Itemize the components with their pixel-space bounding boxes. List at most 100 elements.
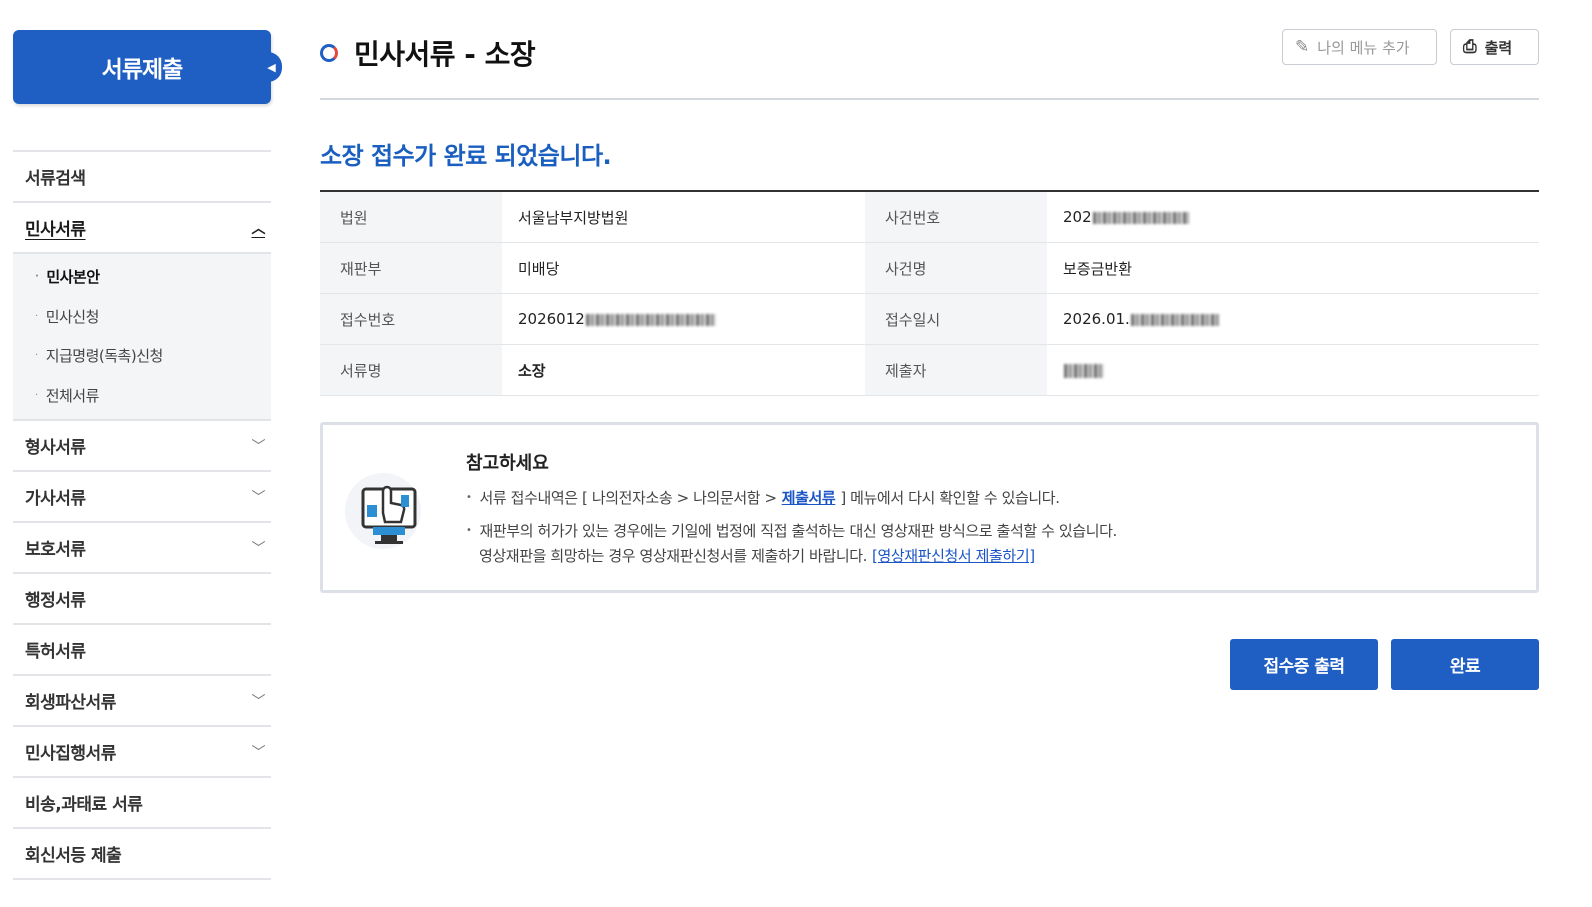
sidebar-subitem-label: 민사본안 (46, 268, 100, 287)
sidebar-item-label: 서류검색 (25, 169, 86, 189)
case-number-label: 사건번호 (865, 191, 1047, 243)
court-value: 서울남부지방법원 (502, 191, 865, 243)
sidebar-nav: 서류검색 민사서류 ︿ · 민사본안 · 민사신청 · 지급명령(독촉)신청 ·… (13, 150, 271, 880)
notice-text: 재판부의 허가가 있는 경우에는 기일에 법정에 직접 출석하는 대신 영상재판… (479, 522, 1118, 540)
sidebar-item-label: 민사집행서류 (25, 744, 116, 764)
receipt-date-label: 접수일시 (865, 293, 1047, 345)
sidebar-item-label: 회생파산서류 (25, 693, 116, 713)
receipt-number-label: 접수번호 (320, 293, 502, 345)
case-number-value: 202 (1063, 208, 1092, 226)
sidebar-item-execution[interactable]: 민사집행서류 ﹀ (13, 727, 271, 778)
notice-list: • 서류 접수내역은 [ 나의전자소송 > 나의문서함 > 제출서류 ] 메뉴에… (466, 485, 1117, 568)
sidebar-subitem-payment-order[interactable]: · 지급명령(독촉)신청 (13, 336, 271, 376)
chevron-down-icon: ﹀ (251, 540, 266, 557)
print-label: 출력 (1484, 38, 1513, 57)
table-row: 서류명 소장 제출자 (320, 344, 1539, 396)
sidebar: 서류제출 ◀ 서류검색 민사서류 ︿ · 민사본안 · 민사신청 · 지급명령(… (13, 30, 282, 880)
sidebar-item-criminal[interactable]: 형사서류 ﹀ (13, 421, 271, 472)
sidebar-item-reply-submission[interactable]: 회신서등 제출 (13, 829, 271, 880)
sidebar-subitem-label: 전체서류 (45, 386, 100, 405)
print-button[interactable]: ⎙ 출력 (1450, 29, 1539, 65)
notice-title: 참고하세요 (466, 453, 549, 474)
redacted-mask (585, 313, 716, 326)
bullet-icon: · (35, 389, 38, 401)
page-title: 민사서류 - 소장 (320, 33, 536, 73)
sidebar-item-patent[interactable]: 특허서류 (13, 625, 271, 676)
case-number-cell: 202 (1047, 191, 1539, 243)
chevron-down-icon: ﹀ (251, 438, 266, 455)
sidebar-item-protection[interactable]: 보호서류 ﹀ (13, 523, 271, 574)
redacted-mask (1092, 211, 1189, 224)
sidebar-subitem-all-documents[interactable]: · 전체서류 (13, 376, 271, 416)
notice-text: 영상재판을 희망하는 경우 영상재판신청서를 제출하기 바랍니다. (479, 547, 868, 565)
chevron-down-icon: ﹀ (251, 744, 266, 761)
completion-message: 소장 접수가 완료 되었습니다. (320, 142, 612, 170)
sidebar-title-text: 서류제출 (101, 57, 184, 83)
sidebar-collapse-button[interactable]: ◀ (260, 52, 282, 82)
sidebar-item-administrative[interactable]: 행정서류 (13, 574, 271, 625)
sidebar-subitem-civil-application[interactable]: · 민사신청 (13, 297, 271, 337)
submitted-documents-link[interactable]: 제출서류 (782, 487, 836, 508)
receipt-info-table: 법원 서울남부지방법원 사건번호 202 재판부 미배당 사건명 보증금반환 접… (320, 190, 1539, 396)
sidebar-item-label: 행정서류 (25, 591, 86, 611)
printer-icon: ⎙ (1463, 37, 1477, 57)
redacted-mask (1064, 363, 1104, 378)
document-name-value: 소장 (502, 344, 865, 396)
notice-line: • 서류 접수내역은 [ 나의전자소송 > 나의문서함 > 제출서류 ] 메뉴에… (466, 485, 1117, 510)
sidebar-item-family[interactable]: 가사서류 ﹀ (13, 472, 271, 523)
sidebar-item-label: 가사서류 (25, 489, 86, 509)
sidebar-subitem-civil-main[interactable]: · 민사본안 (13, 257, 271, 297)
division-label: 재판부 (320, 242, 502, 294)
chevron-down-icon: ﹀ (251, 489, 266, 506)
notice-text: ] 메뉴에서 다시 확인할 수 있습니다. (840, 489, 1060, 507)
chevron-down-icon: ﹀ (251, 693, 266, 710)
submitter-cell (1047, 344, 1539, 396)
redacted-mask (1130, 313, 1219, 326)
main-content: 민사서류 - 소장 ✎ 나의 메뉴 추가 ⎙ 출력 소장 접수가 완료 되었습니… (320, 0, 1539, 690)
submitter-label: 제출자 (865, 344, 1047, 396)
receipt-date-value: 2026.01. (1063, 310, 1130, 328)
bullet-icon: · (35, 310, 38, 322)
notice-text: 서류 접수내역은 [ 나의전자소송 > 나의문서함 > (479, 489, 778, 507)
bullet-icon: · (35, 271, 39, 283)
sidebar-item-civil[interactable]: 민사서류 ︿ (13, 203, 271, 254)
video-trial-application-link[interactable]: [영상재판신청서 제출하기] (872, 545, 1035, 566)
page-title-text: 민사서류 - 소장 (354, 38, 536, 71)
court-label: 법원 (320, 191, 502, 243)
table-row: 접수번호 2026012 접수일시 2026.01. (320, 293, 1539, 345)
bottom-actions: 접수증 출력 완료 (1230, 639, 1539, 690)
sidebar-item-label: 비송,과태료 서류 (25, 795, 143, 815)
notice-box: 참고하세요 • 서류 접수내역은 [ 나의전자소송 > 나의문서함 > 제출서류… (320, 422, 1539, 593)
chevron-up-icon: ︿ (251, 220, 266, 237)
sidebar-subnav-civil: · 민사본안 · 민사신청 · 지급명령(독촉)신청 · 전체서류 (13, 254, 271, 421)
chevron-left-icon: ◀ (267, 60, 276, 74)
receipt-number-cell: 2026012 (502, 293, 865, 345)
sidebar-subitem-label: 지급명령(독촉)신청 (45, 347, 164, 366)
sidebar-item-label: 특허서류 (25, 642, 86, 662)
case-name-label: 사건명 (865, 242, 1047, 294)
notice-line: • 재판부의 허가가 있는 경우에는 기일에 법정에 직접 출석하는 대신 영상… (466, 518, 1117, 543)
sidebar-title: 서류제출 ◀ (13, 30, 282, 104)
bullet-icon: · (35, 350, 38, 362)
sidebar-item-non-contentious[interactable]: 비송,과태료 서류 (13, 778, 271, 829)
print-receipt-button[interactable]: 접수증 출력 (1230, 639, 1378, 690)
video-trial-monitor-icon (345, 473, 421, 549)
title-ring-icon (320, 44, 338, 62)
division-value: 미배당 (502, 242, 865, 294)
receipt-date-cell: 2026.01. (1047, 293, 1539, 345)
sidebar-subitem-label: 민사신청 (45, 307, 100, 326)
document-name-label: 서류명 (320, 344, 502, 396)
notice-line: 영상재판을 희망하는 경우 영상재판신청서를 제출하기 바랍니다. [영상재판신… (466, 543, 1117, 568)
sidebar-item-rehabilitation[interactable]: 회생파산서류 ﹀ (13, 676, 271, 727)
page-header: 민사서류 - 소장 ✎ 나의 메뉴 추가 ⎙ 출력 (320, 0, 1539, 100)
sidebar-item-document-search[interactable]: 서류검색 (13, 152, 271, 203)
receipt-number-value: 2026012 (518, 310, 585, 328)
add-my-menu-label: 나의 메뉴 추가 (1317, 38, 1410, 57)
table-row: 재판부 미배당 사건명 보증금반환 (320, 242, 1539, 294)
sidebar-item-label: 민사서류 (25, 220, 86, 240)
header-actions: ✎ 나의 메뉴 추가 ⎙ 출력 (1282, 29, 1539, 65)
bullet-icon: • (466, 492, 472, 503)
complete-button[interactable]: 완료 (1391, 639, 1539, 690)
sidebar-item-label: 보호서류 (25, 540, 86, 560)
add-my-menu-button[interactable]: ✎ 나의 메뉴 추가 (1282, 29, 1437, 65)
